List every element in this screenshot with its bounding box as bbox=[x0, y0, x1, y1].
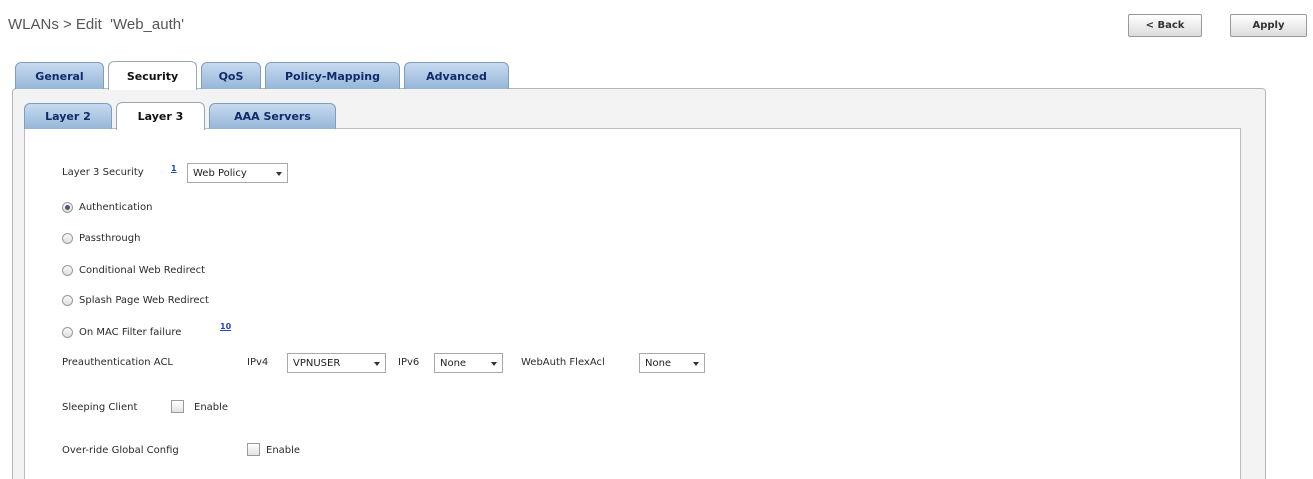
chevron-down-icon bbox=[491, 362, 497, 366]
webauth-flexacl-select[interactable]: None bbox=[639, 353, 705, 373]
ipv4-acl-select[interactable]: VPNUSER bbox=[287, 353, 386, 373]
radio-splash-page-web-redirect-label: Splash Page Web Redirect bbox=[79, 295, 209, 306]
info-icon[interactable]: 10 bbox=[220, 322, 231, 332]
ipv6-acl-value: None bbox=[440, 357, 467, 369]
chevron-down-icon bbox=[276, 172, 282, 176]
sleeping-client-enable-label: Enable bbox=[194, 402, 229, 413]
override-global-config-enable-label: Enable bbox=[266, 445, 301, 456]
radio-splash-page-web-redirect[interactable] bbox=[62, 295, 73, 306]
override-global-config-label: Over-ride Global Config bbox=[62, 445, 179, 456]
sleeping-client-label: Sleeping Client bbox=[62, 402, 138, 413]
page-title: WLANs > Edit 'Web_auth' bbox=[8, 16, 184, 33]
tab-aaa-servers[interactable]: AAA Servers bbox=[209, 103, 336, 129]
tab-security[interactable]: Security bbox=[108, 61, 197, 90]
main-tab-bar: General Security QoS Policy-Mapping Adva… bbox=[15, 61, 513, 90]
tab-general[interactable]: General bbox=[15, 62, 104, 89]
tab-policy-mapping[interactable]: Policy-Mapping bbox=[265, 62, 400, 89]
radio-authentication[interactable] bbox=[62, 202, 73, 213]
apply-button[interactable]: Apply bbox=[1230, 14, 1307, 37]
radio-authentication-label: Authentication bbox=[79, 202, 153, 213]
ipv6-acl-select[interactable]: None bbox=[434, 353, 503, 373]
layer3-security-label: Layer 3 Security bbox=[62, 167, 144, 178]
webauth-flexacl-value: None bbox=[645, 357, 672, 369]
layer3-security-select[interactable]: Web Policy bbox=[187, 163, 288, 183]
ipv4-acl-value: VPNUSER bbox=[293, 357, 341, 369]
radio-on-mac-filter-failure[interactable] bbox=[62, 327, 73, 338]
radio-conditional-web-redirect-label: Conditional Web Redirect bbox=[79, 265, 206, 276]
preauth-acl-label: Preauthentication ACL bbox=[62, 357, 173, 368]
radio-conditional-web-redirect[interactable] bbox=[62, 265, 73, 276]
tab-layer3[interactable]: Layer 3 bbox=[116, 102, 205, 130]
ipv6-label: IPv6 bbox=[398, 357, 420, 368]
tab-layer2[interactable]: Layer 2 bbox=[24, 103, 112, 129]
tab-qos[interactable]: QoS bbox=[201, 62, 261, 89]
radio-on-mac-filter-failure-label: On MAC Filter failure bbox=[79, 327, 182, 338]
chevron-down-icon bbox=[374, 362, 380, 366]
sleeping-client-checkbox[interactable] bbox=[171, 400, 184, 413]
radio-passthrough-label: Passthrough bbox=[79, 233, 141, 244]
override-global-config-checkbox[interactable] bbox=[247, 443, 260, 456]
webauth-flexacl-label: WebAuth FlexAcl bbox=[521, 357, 605, 368]
back-button[interactable]: < Back bbox=[1128, 14, 1202, 37]
chevron-down-icon bbox=[693, 362, 699, 366]
info-icon[interactable]: 1 bbox=[171, 164, 177, 174]
sub-tab-bar: Layer 2 Layer 3 AAA Servers bbox=[24, 102, 340, 130]
ipv4-label: IPv4 bbox=[247, 357, 269, 368]
layer3-security-value: Web Policy bbox=[193, 167, 247, 179]
radio-passthrough[interactable] bbox=[62, 233, 73, 244]
tab-advanced[interactable]: Advanced bbox=[404, 62, 509, 89]
